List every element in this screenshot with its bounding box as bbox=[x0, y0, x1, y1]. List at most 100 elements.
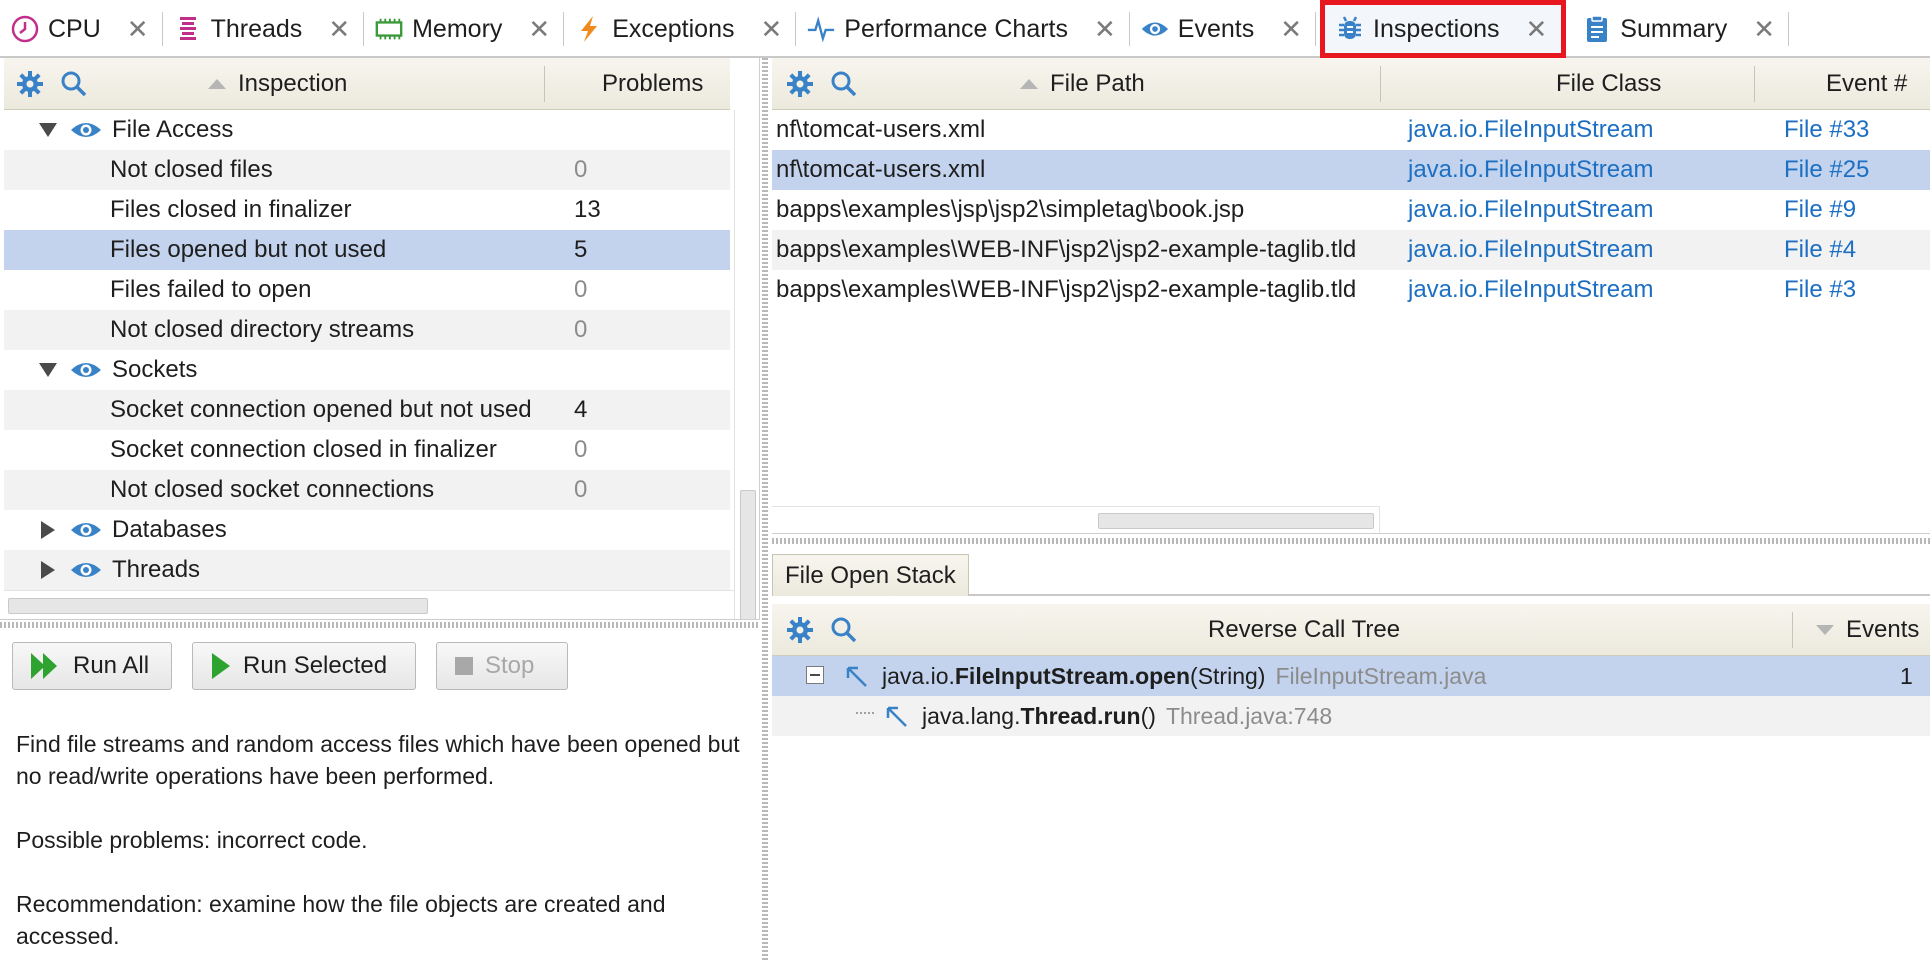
group-label: Threads bbox=[112, 556, 201, 583]
expand-arrow-icon[interactable] bbox=[38, 360, 58, 380]
scrollbar-thumb[interactable] bbox=[8, 598, 428, 614]
tab-label: Summary bbox=[1620, 14, 1728, 43]
tree-item[interactable]: Files failed to open 0 bbox=[4, 270, 730, 310]
tab-label: Threads bbox=[210, 14, 303, 43]
tree-item-selected[interactable]: Files opened but not used 5 bbox=[4, 230, 730, 270]
tab-label: CPU bbox=[48, 14, 101, 43]
column-header-events[interactable]: Events bbox=[1816, 604, 1919, 656]
close-icon[interactable]: ✕ bbox=[528, 16, 550, 42]
splitter-handle[interactable] bbox=[0, 622, 760, 628]
tree-group-threads[interactable]: Threads bbox=[4, 550, 730, 590]
tab-inspections[interactable]: Inspections ✕ bbox=[1320, 0, 1567, 58]
close-icon[interactable]: ✕ bbox=[761, 16, 783, 42]
search-icon[interactable] bbox=[58, 68, 90, 100]
close-icon[interactable]: ✕ bbox=[328, 16, 350, 42]
tree-item[interactable]: Socket connection closed in finalizer 0 bbox=[4, 430, 730, 470]
settings-icon[interactable] bbox=[784, 68, 816, 100]
stop-button[interactable]: Stop bbox=[436, 642, 568, 690]
file-class-link[interactable]: java.io.FileInputStream bbox=[1408, 196, 1653, 224]
source-location: Thread.java:748 bbox=[1165, 703, 1333, 729]
tab-cpu[interactable]: CPU ✕ bbox=[0, 0, 163, 58]
splitter-handle[interactable] bbox=[762, 58, 768, 960]
tree-item[interactable]: Socket connection opened but not used 4 bbox=[4, 390, 730, 430]
stack-tab-bar: File Open Stack bbox=[772, 552, 1930, 596]
column-header-file-path[interactable]: File Path bbox=[1020, 58, 1145, 110]
inspection-name: Socket connection opened but not used bbox=[110, 396, 532, 423]
tree-group-databases[interactable]: Databases bbox=[4, 510, 730, 550]
horizontal-scrollbar[interactable] bbox=[4, 590, 734, 619]
tab-bar: CPU ✕ Threads ✕ Memory ✕ Exceptions ✕ Pe… bbox=[0, 0, 1930, 58]
event-link[interactable]: File #3 bbox=[1784, 276, 1856, 304]
column-header-reverse-call-tree[interactable]: Reverse Call Tree bbox=[1208, 604, 1400, 656]
tab-summary[interactable]: Summary ✕ bbox=[1572, 0, 1790, 58]
tree-item[interactable]: Files closed in finalizer 13 bbox=[4, 190, 730, 230]
tab-file-open-stack[interactable]: File Open Stack bbox=[772, 554, 969, 596]
problem-count: 4 bbox=[574, 396, 588, 423]
tab-memory[interactable]: Memory ✕ bbox=[364, 0, 565, 58]
column-header-event-number[interactable]: Event # bbox=[1826, 58, 1907, 110]
horizontal-scrollbar[interactable] bbox=[772, 506, 1380, 533]
close-icon[interactable]: ✕ bbox=[127, 16, 149, 42]
tab-events[interactable]: Events ✕ bbox=[1130, 0, 1317, 58]
tree-connector bbox=[856, 712, 874, 714]
search-icon[interactable] bbox=[828, 68, 860, 100]
call-frame: java.io.FileInputStream.open(String) File… bbox=[882, 663, 1487, 689]
inspection-tree-header: Inspection Problems bbox=[4, 58, 730, 110]
call-tree-row-selected[interactable]: java.io.FileInputStream.open(String) File… bbox=[772, 656, 1930, 696]
close-icon[interactable]: ✕ bbox=[1753, 16, 1775, 42]
splitter-handle[interactable] bbox=[772, 538, 1930, 544]
call-tree-row[interactable]: java.lang.Thread.run() Thread.java:748 bbox=[772, 696, 1930, 736]
expand-arrow-icon[interactable] bbox=[38, 520, 58, 540]
tree-item[interactable]: Not closed socket connections 0 bbox=[4, 470, 730, 510]
back-arrow-icon bbox=[882, 702, 910, 736]
close-icon[interactable]: ✕ bbox=[1280, 16, 1302, 42]
close-icon[interactable]: ✕ bbox=[1526, 16, 1548, 42]
event-link[interactable]: File #4 bbox=[1784, 236, 1856, 264]
tab-threads[interactable]: Threads ✕ bbox=[163, 0, 365, 58]
tab-performance-charts[interactable]: Performance Charts ✕ bbox=[796, 0, 1130, 58]
scrollbar-thumb[interactable] bbox=[740, 490, 756, 619]
collapse-icon[interactable] bbox=[806, 666, 824, 684]
file-class-link[interactable]: java.io.FileInputStream bbox=[1408, 116, 1653, 144]
tree-item[interactable]: Not closed directory streams 0 bbox=[4, 310, 730, 350]
file-path-cell: bapps\examples\WEB-INF\jsp2\jsp2-example… bbox=[776, 236, 1357, 263]
run-all-button[interactable]: Run All bbox=[12, 642, 172, 690]
sort-ascending-icon bbox=[208, 79, 226, 89]
file-class-link[interactable]: java.io.FileInputStream bbox=[1408, 156, 1653, 184]
tab-exceptions[interactable]: Exceptions ✕ bbox=[564, 0, 797, 58]
source-location: FileInputStream.java bbox=[1275, 663, 1487, 689]
table-row-selected[interactable]: nf\tomcat-users.xml java.io.FileInputStr… bbox=[772, 150, 1930, 190]
column-header-inspection[interactable]: Inspection bbox=[208, 58, 347, 110]
column-header-file-class[interactable]: File Class bbox=[1556, 58, 1661, 110]
file-table-panel: File Path File Class Event # nf\tomcat-u… bbox=[772, 58, 1930, 534]
file-class-link[interactable]: java.io.FileInputStream bbox=[1408, 276, 1653, 304]
table-row[interactable]: bapps\examples\WEB-INF\jsp2\jsp2-example… bbox=[772, 230, 1930, 270]
vertical-scrollbar[interactable] bbox=[734, 110, 759, 619]
expand-arrow-icon[interactable] bbox=[38, 560, 58, 580]
event-link[interactable]: File #33 bbox=[1784, 116, 1869, 144]
tree-group-sockets[interactable]: Sockets bbox=[4, 350, 730, 390]
table-row[interactable]: bapps\examples\jsp\jsp2\simpletag\book.j… bbox=[772, 190, 1930, 230]
table-row[interactable]: bapps\examples\WEB-INF\jsp2\jsp2-example… bbox=[772, 270, 1930, 310]
inspection-name: Not closed files bbox=[110, 156, 273, 183]
event-link[interactable]: File #9 bbox=[1784, 196, 1856, 224]
file-class-link[interactable]: java.io.FileInputStream bbox=[1408, 236, 1653, 264]
settings-icon[interactable] bbox=[784, 614, 816, 646]
search-icon[interactable] bbox=[828, 614, 860, 646]
tree-group-file-access[interactable]: File Access bbox=[4, 110, 730, 150]
run-selected-button[interactable]: Run Selected bbox=[192, 642, 416, 690]
table-row[interactable]: nf\tomcat-users.xml java.io.FileInputStr… bbox=[772, 110, 1930, 150]
expand-arrow-icon[interactable] bbox=[38, 120, 58, 140]
column-header-problems[interactable]: Problems bbox=[602, 58, 703, 110]
play-icon bbox=[209, 651, 233, 681]
threads-icon bbox=[173, 14, 203, 44]
close-icon[interactable]: ✕ bbox=[1094, 16, 1116, 42]
tree-item[interactable]: Not closed files 0 bbox=[4, 150, 730, 190]
inspection-name: Not closed socket connections bbox=[110, 476, 435, 503]
tab-label: Memory bbox=[412, 14, 503, 43]
scrollbar-thumb[interactable] bbox=[1098, 513, 1374, 529]
event-link[interactable]: File #25 bbox=[1784, 156, 1869, 184]
inspection-name: Files failed to open bbox=[110, 276, 312, 303]
settings-icon[interactable] bbox=[14, 68, 46, 100]
double-play-icon bbox=[29, 651, 63, 681]
